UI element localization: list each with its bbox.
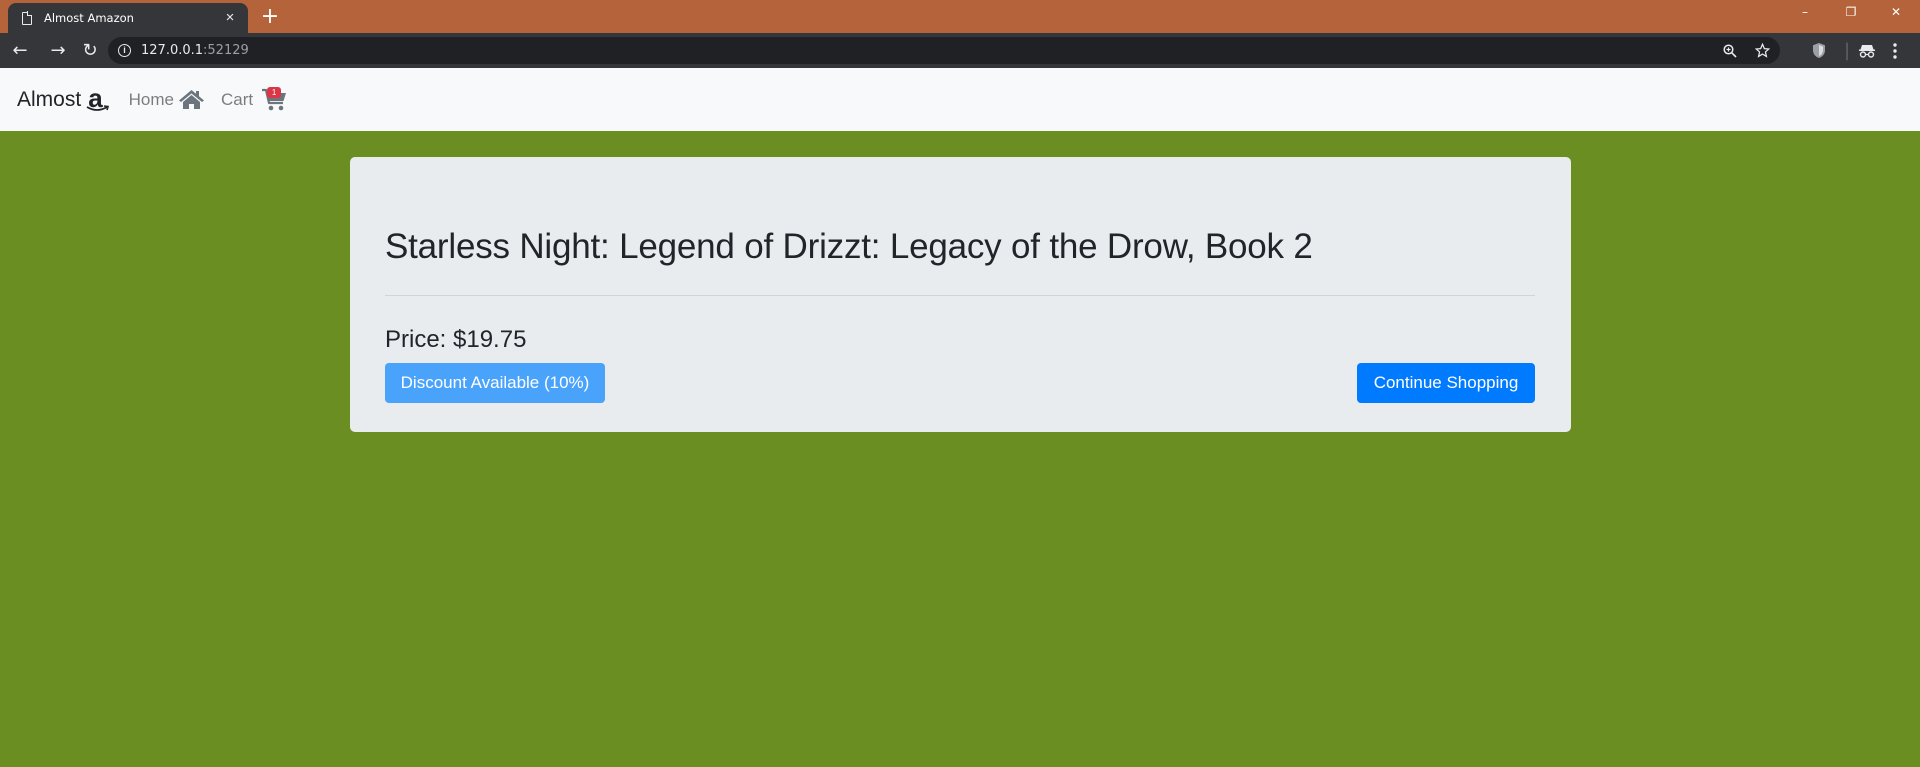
info-icon[interactable]: i <box>118 44 131 57</box>
menu-icon[interactable] <box>1893 33 1897 68</box>
divider <box>385 295 1535 296</box>
site-navbar: Almost a Home Cart 1 <box>0 68 1920 131</box>
nav-home-label: Home <box>128 89 175 109</box>
discount-button[interactable]: Discount Available (10%) <box>385 363 605 403</box>
product-panel: Starless Night: Legend of Drizzt: Legacy… <box>350 157 1571 432</box>
back-button[interactable]: ← <box>6 37 34 65</box>
minimize-button[interactable]: – <box>1783 0 1827 26</box>
nav-cart-label: Cart <box>221 89 254 109</box>
shield-extension-icon[interactable] <box>1811 33 1827 68</box>
close-window-button[interactable]: ✕ <box>1874 0 1918 26</box>
page-icon <box>22 11 33 25</box>
brand-text: Almost <box>17 87 82 111</box>
book-price: Price: $19.75 <box>385 326 527 353</box>
tab-close-icon[interactable]: × <box>222 10 238 26</box>
address-bar[interactable]: i 127.0.0.1:52129 <box>108 37 1780 64</box>
reload-button[interactable]: ↻ <box>76 37 104 65</box>
home-icon <box>179 90 205 109</box>
tab-title: Almost Amazon <box>44 11 134 25</box>
browser-tab-strip: Almost Amazon × + – ❐ ✕ <box>0 0 1920 33</box>
cart-count-badge: 1 <box>267 86 282 98</box>
incognito-icon[interactable] <box>1858 33 1876 68</box>
amazon-logo-icon: a <box>86 85 110 111</box>
book-title: Starless Night: Legend of Drizzt: Legacy… <box>385 227 1313 266</box>
brand-logo[interactable]: Almost a <box>17 85 110 113</box>
url-text[interactable]: 127.0.0.1:52129 <box>141 43 249 58</box>
cart-icon: 1 <box>257 86 287 112</box>
zoom-icon[interactable] <box>1723 43 1737 58</box>
star-icon[interactable] <box>1755 43 1770 58</box>
toolbar-separator: | <box>1844 40 1851 61</box>
continue-shopping-button[interactable]: Continue Shopping <box>1357 363 1535 403</box>
browser-toolbar: ← → ↻ i 127.0.0.1:52129 <box>0 33 1920 68</box>
forward-button[interactable]: → <box>44 37 72 65</box>
restore-button[interactable]: ❐ <box>1829 0 1873 26</box>
browser-tab[interactable]: Almost Amazon × <box>8 3 248 33</box>
new-tab-button[interactable]: + <box>258 5 282 29</box>
nav-cart-link[interactable]: Cart 1 <box>221 86 287 112</box>
nav-home-link[interactable]: Home <box>129 89 205 110</box>
